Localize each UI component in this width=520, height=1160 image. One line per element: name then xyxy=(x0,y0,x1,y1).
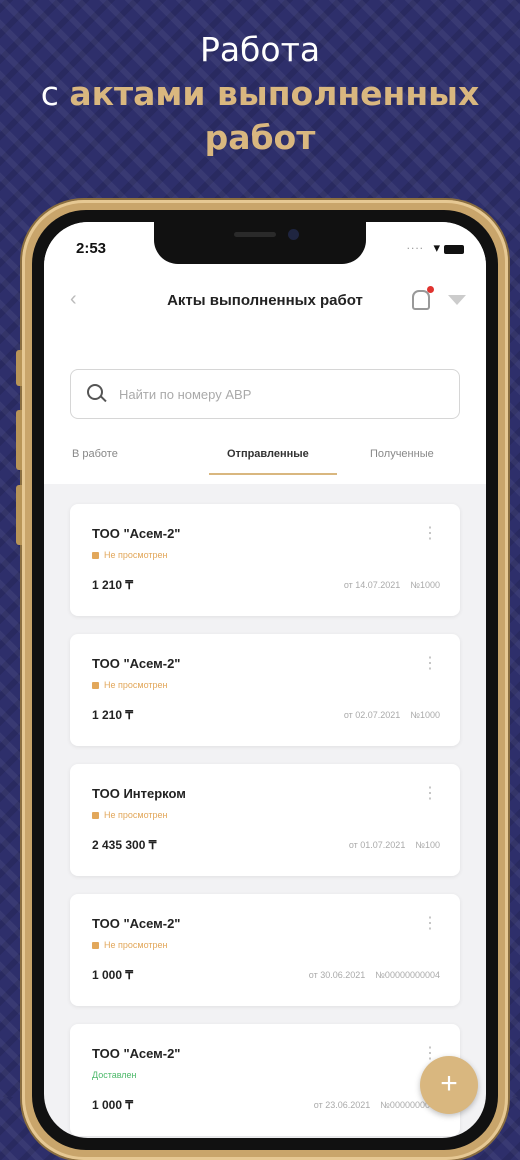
card-status: Доставлен xyxy=(92,1070,137,1080)
card-company: ТОО "Асем-2" xyxy=(92,1046,181,1061)
phone-notch xyxy=(154,222,366,264)
phone-screen: 2:53 .... ▾ ‹ Акты выполненных работ Най… xyxy=(44,222,486,1138)
volume-down-button xyxy=(16,485,22,545)
card-meta: от 30.06.2021 №00000000004 xyxy=(299,970,440,980)
card-number: №1000 xyxy=(410,710,440,720)
headline-line-1: Работа xyxy=(199,30,321,69)
wifi-icon: ▾ xyxy=(433,240,440,255)
card-number: №100 xyxy=(415,840,440,850)
card-company: ТОО "Асем-2" xyxy=(92,526,181,541)
card-amount: 1 210 ₸ xyxy=(92,708,133,722)
headline-line-3: работ xyxy=(204,118,316,157)
battery-icon xyxy=(444,245,464,254)
notification-dot xyxy=(427,286,434,293)
card-meta: от 01.07.2021 №100 xyxy=(339,840,440,850)
card-amount: 1 000 ₸ xyxy=(92,968,133,982)
card-number: №00000000004 xyxy=(375,970,440,980)
tab-in-work[interactable]: В работе xyxy=(72,448,118,460)
signal-icon: .... xyxy=(406,238,424,252)
card-status: Не просмотрен xyxy=(92,810,168,820)
front-camera xyxy=(288,229,299,240)
more-options-icon[interactable]: ⋮ xyxy=(422,916,438,932)
phone-bezel: 2:53 .... ▾ ‹ Акты выполненных работ Най… xyxy=(32,210,498,1150)
more-options-icon[interactable]: ⋮ xyxy=(422,786,438,802)
card-date: от 01.07.2021 xyxy=(348,840,406,850)
app-header: ‹ Акты выполненных работ xyxy=(44,268,486,334)
card-status-text: Не просмотрен xyxy=(104,550,168,560)
active-tab-indicator xyxy=(209,473,337,475)
card-date: от 14.07.2021 xyxy=(343,580,401,590)
act-card[interactable]: ТОО "Асем-2" ⋮ Не просмотрен 1 000 ₸ от … xyxy=(70,894,460,1006)
search-icon xyxy=(87,384,103,400)
more-options-icon[interactable]: ⋮ xyxy=(422,526,438,542)
notification-bell-icon[interactable] xyxy=(412,286,434,310)
headline-line-2: с актами выполненных xyxy=(0,72,520,116)
mute-switch xyxy=(16,350,22,386)
tab-sent[interactable]: Отправленные xyxy=(227,448,309,460)
document-icon xyxy=(92,812,99,820)
card-number: №1000 xyxy=(410,580,440,590)
speaker-grille xyxy=(234,232,276,237)
add-act-button[interactable]: + xyxy=(420,1056,478,1114)
document-icon xyxy=(92,682,99,690)
document-icon xyxy=(92,942,99,950)
card-status-text: Доставлен xyxy=(92,1070,137,1080)
volume-up-button xyxy=(16,410,22,470)
act-card[interactable]: ТОО "Асем-2" ⋮ Доставлен 1 000 ₸ от 23.0… xyxy=(70,1024,460,1136)
card-meta: от 23.06.2021 №0000000000 xyxy=(304,1100,440,1110)
filter-icon[interactable] xyxy=(448,295,466,305)
search-input[interactable] xyxy=(117,378,421,410)
headline-prefix: с xyxy=(40,74,70,113)
promo-headline: Работа с актами выполненных работ xyxy=(0,28,520,160)
card-status-text: Не просмотрен xyxy=(104,680,168,690)
card-status-text: Не просмотрен xyxy=(104,810,168,820)
search-bar[interactable] xyxy=(70,369,460,419)
status-time: 2:53 xyxy=(76,240,107,257)
card-date: от 23.06.2021 xyxy=(313,1100,371,1110)
card-company: ТОО Интерком xyxy=(92,786,186,801)
more-options-icon[interactable]: ⋮ xyxy=(422,656,438,672)
act-card[interactable]: ТОО "Асем-2" ⋮ Не просмотрен 1 210 ₸ от … xyxy=(70,504,460,616)
card-meta: от 14.07.2021 №1000 xyxy=(334,580,440,590)
card-company: ТОО "Асем-2" xyxy=(92,916,181,931)
card-company: ТОО "Асем-2" xyxy=(92,656,181,671)
phone-frame: 2:53 .... ▾ ‹ Акты выполненных работ Най… xyxy=(16,200,508,1160)
card-status-text: Не просмотрен xyxy=(104,940,168,950)
card-amount: 1 000 ₸ xyxy=(92,1098,133,1112)
document-icon xyxy=(92,552,99,560)
card-date: от 30.06.2021 xyxy=(308,970,366,980)
act-card[interactable]: ТОО Интерком ⋮ Не просмотрен 2 435 300 ₸… xyxy=(70,764,460,876)
card-meta: от 02.07.2021 №1000 xyxy=(334,710,440,720)
card-status: Не просмотрен xyxy=(92,550,168,560)
card-amount: 2 435 300 ₸ xyxy=(92,838,157,852)
act-card[interactable]: ТОО "Асем-2" ⋮ Не просмотрен 1 210 ₸ от … xyxy=(70,634,460,746)
tab-bar: В работе Отправленные Полученные xyxy=(44,440,486,484)
card-date: от 02.07.2021 xyxy=(343,710,401,720)
card-status: Не просмотрен xyxy=(92,940,168,950)
headline-accent: актами выполненных xyxy=(69,74,480,113)
tab-received[interactable]: Полученные xyxy=(370,448,434,460)
card-amount: 1 210 ₸ xyxy=(92,578,133,592)
card-status: Не просмотрен xyxy=(92,680,168,690)
